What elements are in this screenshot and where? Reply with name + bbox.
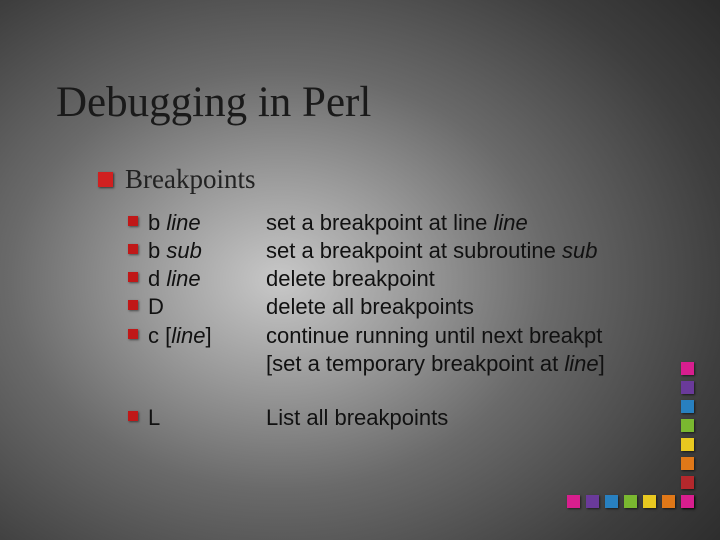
command: D <box>148 293 266 321</box>
command: d line <box>148 265 266 293</box>
deco-square <box>662 495 675 508</box>
bullet-icon <box>128 244 138 254</box>
command: b line <box>148 209 266 237</box>
deco-square <box>681 400 694 413</box>
section: Breakpoints b line set a breakpoint at l… <box>98 164 636 432</box>
description: delete all breakpoints <box>266 293 474 321</box>
description: set a breakpoint at subroutine sub <box>266 237 597 265</box>
deco-square <box>605 495 618 508</box>
decoration-horizontal <box>567 495 694 508</box>
command: L <box>148 404 266 432</box>
list-item: c [line] continue running until next bre… <box>128 322 636 378</box>
list-item: L List all breakpoints <box>128 404 636 432</box>
section-header: Breakpoints <box>98 164 636 195</box>
deco-square <box>681 419 694 432</box>
deco-square <box>681 476 694 489</box>
section-heading: Breakpoints <box>125 164 255 195</box>
deco-square <box>681 495 694 508</box>
bullet-icon <box>128 411 138 421</box>
bullet-icon <box>128 272 138 282</box>
slide-title: Debugging in Perl <box>56 78 371 127</box>
deco-square <box>681 457 694 470</box>
deco-square <box>643 495 656 508</box>
decoration-vertical <box>681 362 694 508</box>
list-item: d line delete breakpoint <box>128 265 636 293</box>
list-item: b sub set a breakpoint at subroutine sub <box>128 237 636 265</box>
items-list: b line set a breakpoint at line line b s… <box>128 209 636 432</box>
deco-square <box>586 495 599 508</box>
deco-square <box>567 495 580 508</box>
bullet-icon <box>98 172 113 187</box>
description: List all breakpoints <box>266 404 448 432</box>
description: delete breakpoint <box>266 265 435 293</box>
description: set a breakpoint at line line <box>266 209 528 237</box>
command: b sub <box>148 237 266 265</box>
list-item: b line set a breakpoint at line line <box>128 209 636 237</box>
bullet-icon <box>128 329 138 339</box>
deco-square <box>681 362 694 375</box>
bullet-icon <box>128 216 138 226</box>
command: c [line] <box>148 322 266 350</box>
deco-square <box>624 495 637 508</box>
deco-square <box>681 381 694 394</box>
list-item: D delete all breakpoints <box>128 293 636 321</box>
bullet-icon <box>128 300 138 310</box>
deco-square <box>681 438 694 451</box>
description: continue running until next breakpt [set… <box>266 322 636 378</box>
